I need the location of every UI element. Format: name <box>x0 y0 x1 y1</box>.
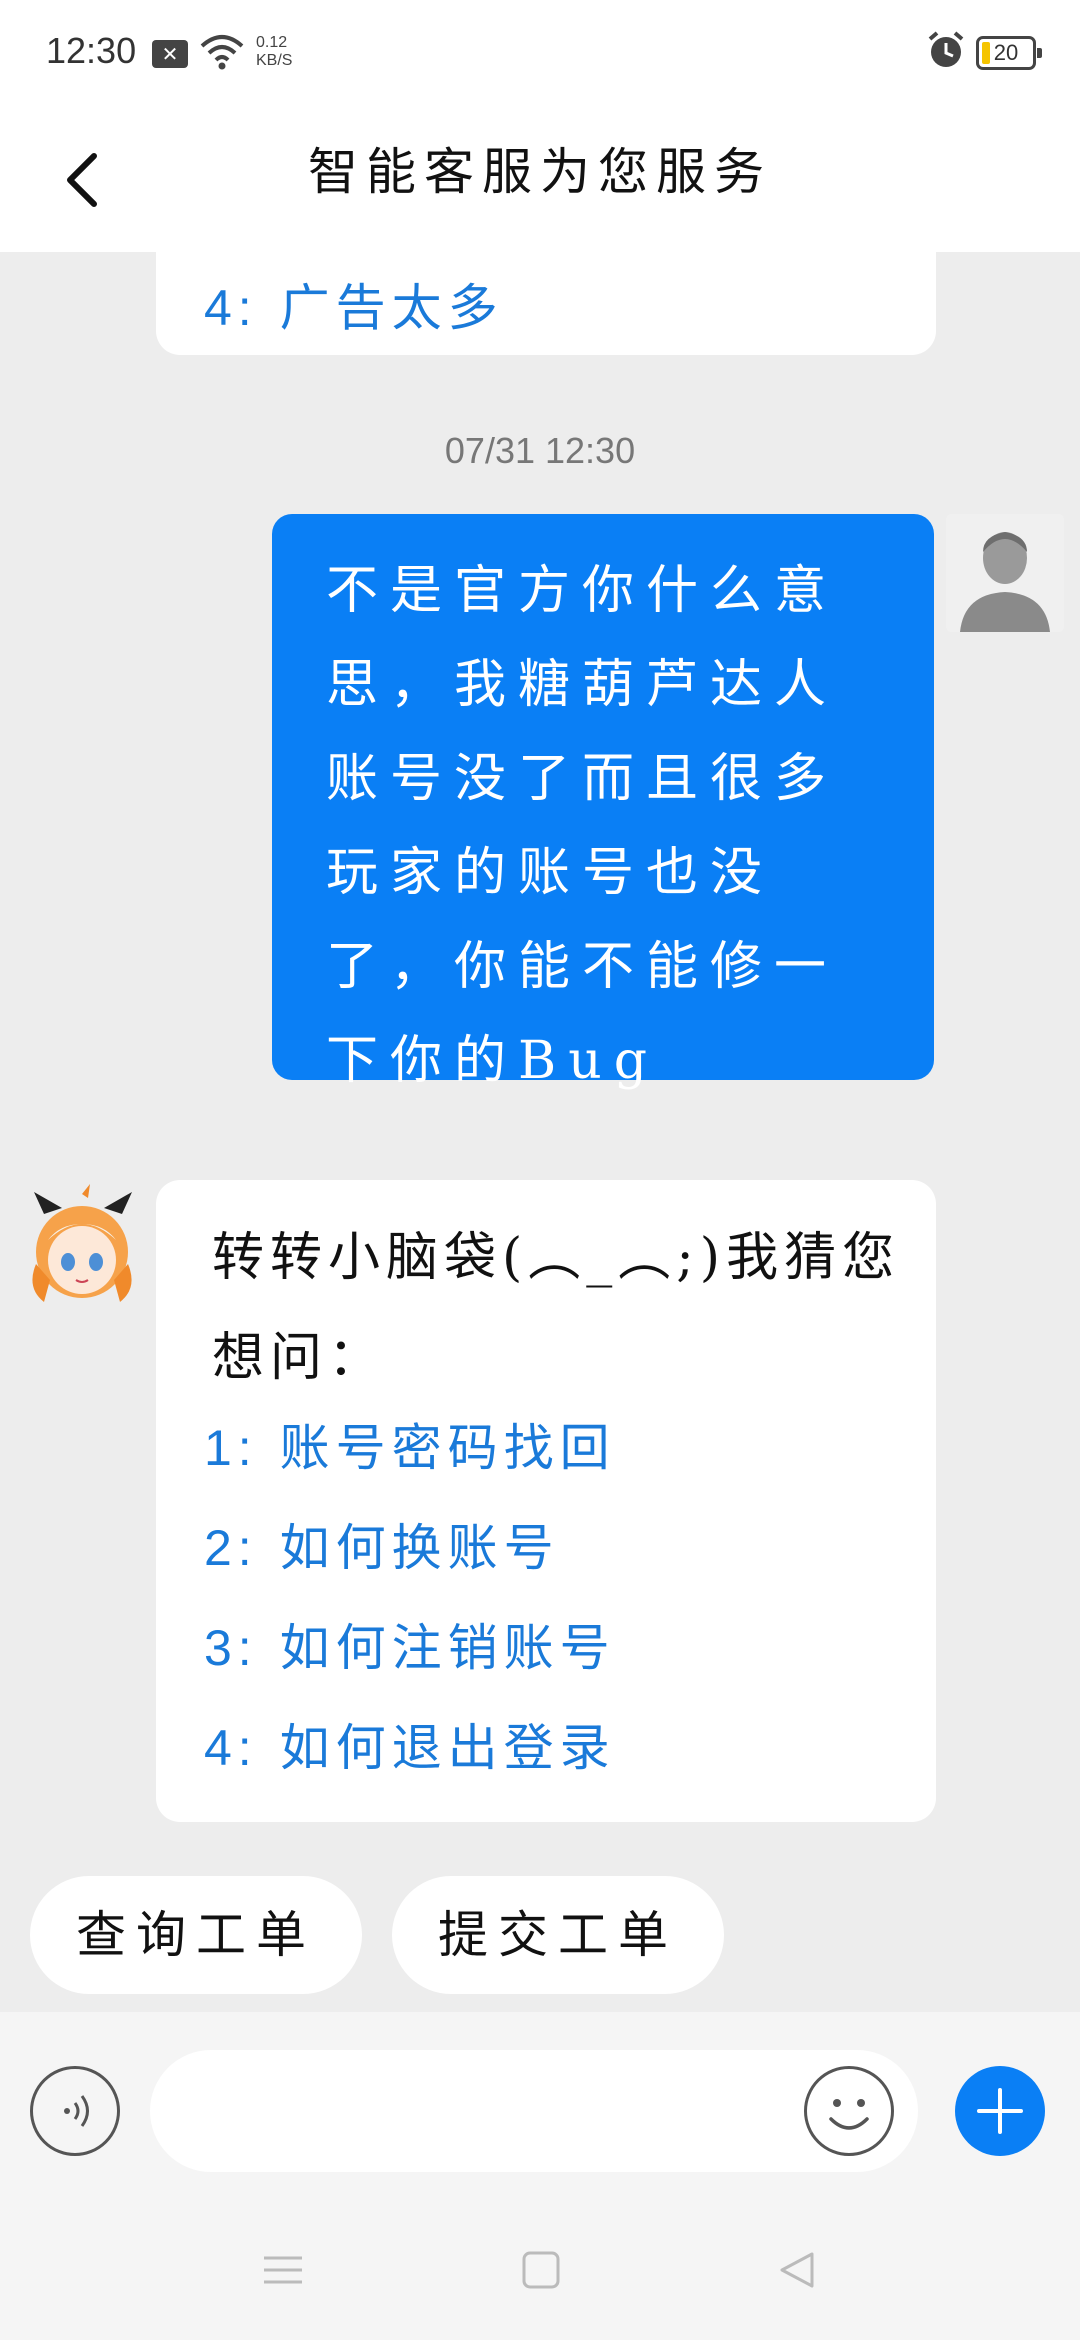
status-time: 12:30 <box>46 30 137 71</box>
user-message-text: 不是官方你什么意思，我糖葫芦达人账号没了而且很多玩家的账号也没了，你能不能修一下… <box>326 561 839 1091</box>
bot-avatar[interactable] <box>24 1184 142 1314</box>
option-item-4[interactable]: 4: 如何退出登录 <box>204 1708 616 1780</box>
notification-icon: ✕ <box>152 40 188 68</box>
home-nav-button[interactable] <box>520 2250 562 2294</box>
option-number: 4: <box>204 280 258 336</box>
option-text: 广告太多 <box>279 279 504 337</box>
alarm-icon <box>926 30 966 74</box>
battery-icon: 20 <box>976 36 1042 70</box>
user-message-bubble: 不是官方你什么意思，我糖葫芦达人账号没了而且很多玩家的账号也没了，你能不能修一下… <box>272 514 934 1091</box>
message-timestamp: 07/31 12:30 <box>444 430 636 471</box>
bot-message-bubble-previous: 4: 广告太多 <box>156 252 936 355</box>
status-bar: 12:30 ✕ 0.12 KB/S 20 <box>0 0 1080 110</box>
voice-button[interactable] <box>30 2066 120 2156</box>
network-speed: 0.12 KB/S <box>256 34 292 70</box>
more-button[interactable] <box>955 2066 1045 2156</box>
menu-nav-button[interactable] <box>262 2250 304 2294</box>
option-number: 3: <box>204 1620 258 1676</box>
bot-message-bubble: 转转小脑袋(︵_︵;)我猜您想问： 1: 账号密码找回 2: 如何换账号 3: … <box>156 1180 936 1822</box>
plus-icon <box>977 2088 1023 2134</box>
speed-unit: KB/S <box>256 52 293 69</box>
option-item[interactable]: 4: 广告太多 <box>204 268 504 340</box>
default-avatar-icon <box>946 514 1064 632</box>
menu-icon <box>264 2256 302 2284</box>
query-ticket-button[interactable]: 查询工单 <box>30 1876 362 1994</box>
option-item-1[interactable]: 1: 账号密码找回 <box>204 1408 616 1480</box>
submit-ticket-button[interactable]: 提交工单 <box>392 1876 724 1994</box>
user-avatar[interactable] <box>946 514 1064 632</box>
option-text: 如何注销账号 <box>279 1619 616 1677</box>
input-bar <box>0 2012 1080 2212</box>
emoji-button[interactable] <box>804 2066 894 2156</box>
back-triangle-icon <box>780 2252 814 2288</box>
option-item-3[interactable]: 3: 如何注销账号 <box>204 1608 616 1680</box>
back-nav-button[interactable] <box>776 2250 818 2294</box>
option-number: 4: <box>204 1720 258 1776</box>
header: 智能客服为您服务 <box>0 110 1080 252</box>
option-text: 账号密码找回 <box>279 1419 616 1477</box>
battery-level: 20 <box>993 40 1019 65</box>
wifi-icon <box>200 34 244 74</box>
voice-icon <box>64 2095 89 2127</box>
option-item-2[interactable]: 2: 如何换账号 <box>204 1508 560 1580</box>
option-number: 2: <box>204 1520 258 1576</box>
home-square-icon <box>522 2251 560 2289</box>
battery-fill <box>982 42 990 64</box>
speed-value: 0.12 <box>256 34 288 51</box>
smiley-icon <box>829 2099 869 2130</box>
page-title: 智能客服为您服务 <box>308 143 772 201</box>
anime-character-icon <box>32 1184 132 1302</box>
system-nav-bar <box>0 2212 1080 2340</box>
option-number: 1: <box>204 1420 258 1476</box>
message-input[interactable] <box>150 2050 918 2172</box>
bot-message-intro: 转转小脑袋(︵_︵;)我猜您想问： <box>212 1228 901 1388</box>
option-text: 如何退出登录 <box>279 1719 616 1777</box>
option-text: 如何换账号 <box>279 1519 560 1577</box>
chat-area[interactable]: 4: 广告太多 07/31 12:30 不是官方你什么意思，我糖葫芦达人账号没了… <box>0 252 1080 2012</box>
